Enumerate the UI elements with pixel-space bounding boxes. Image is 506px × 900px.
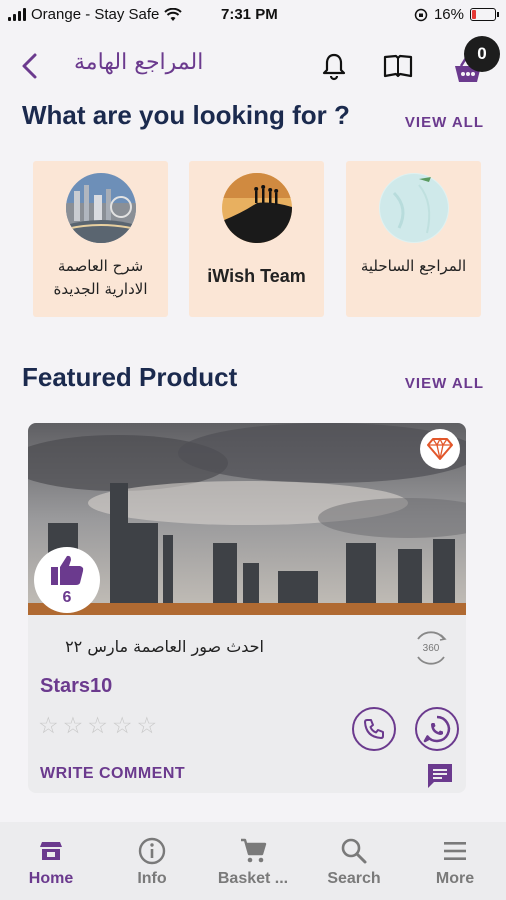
star-icon[interactable]: ☆ (38, 715, 59, 738)
status-left: Orange - Stay Safe (8, 6, 183, 23)
nav-label: Search (327, 870, 381, 887)
thumbs-up-icon (51, 555, 84, 585)
star-icon[interactable]: ☆ (137, 715, 158, 738)
orientation-lock-icon (414, 8, 428, 21)
info-icon (138, 837, 166, 865)
diamond-icon (427, 437, 453, 460)
category-card-iwish-team[interactable]: iWish Team (189, 161, 324, 317)
bottom-navigation: Home Info Basket ... Search More (0, 822, 506, 900)
nav-item-basket[interactable]: Basket ... (203, 836, 303, 888)
wifi-icon (164, 7, 183, 21)
call-button[interactable] (352, 707, 396, 751)
cart-count-badge[interactable]: 0 (464, 36, 500, 72)
rating-stars[interactable]: ☆ ☆ ☆ ☆ ☆ (38, 715, 157, 738)
write-comment-link[interactable]: WRITE COMMENT (40, 765, 185, 783)
nav-label: More (435, 870, 475, 887)
category-label: المراجع الساحلية (360, 257, 467, 275)
premium-badge (420, 429, 460, 469)
app-header: المراجع الهامة 0 (0, 36, 506, 96)
product-card[interactable]: 6 احدث صور العاصمة مارس ٢٢ 360 Stars10 ☆… (28, 423, 466, 793)
nav-label: Home (28, 870, 74, 887)
nav-label: Info (137, 870, 167, 887)
star-icon[interactable]: ☆ (87, 715, 108, 738)
home-icon (40, 842, 62, 860)
nav-item-search[interactable]: Search (304, 836, 404, 888)
signal-icon (8, 8, 26, 21)
nav-label: Basket ... (217, 870, 289, 887)
product-name[interactable]: Stars10 (40, 675, 112, 698)
page-title: المراجع الهامة (74, 50, 204, 75)
category-label: iWish Team (207, 266, 306, 286)
category-thumbnail (378, 173, 449, 243)
search-icon (341, 838, 367, 864)
category-card-capital[interactable]: شرح العاصمة الادارية الجديدة (33, 161, 168, 317)
vr-label: 360 (423, 643, 440, 654)
nav-item-home[interactable]: Home (1, 836, 101, 888)
category-card-coastal[interactable]: المراجع الساحلية (346, 161, 481, 317)
battery-fill (472, 10, 476, 19)
star-icon[interactable]: ☆ (112, 715, 133, 738)
comment-icon[interactable] (426, 762, 454, 790)
nav-item-info[interactable]: Info (102, 836, 202, 888)
back-icon[interactable] (16, 50, 44, 82)
clock: 7:31 PM (221, 6, 278, 23)
categories-view-all-link[interactable]: VIEW ALL (405, 114, 484, 131)
whatsapp-button[interactable] (415, 707, 459, 751)
nav-item-more[interactable]: More (405, 836, 505, 888)
whatsapp-icon (423, 715, 451, 743)
like-count: 6 (62, 589, 72, 606)
status-right: 16% (414, 6, 499, 23)
cart-icon (241, 838, 267, 863)
featured-view-all-link[interactable]: VIEW ALL (405, 375, 484, 392)
category-thumbnail (65, 173, 136, 243)
bell-icon[interactable] (318, 50, 350, 82)
categories-title: What are you looking for ? (22, 100, 350, 130)
battery-icon (470, 8, 499, 21)
vr-360-icon[interactable]: 360 (410, 627, 452, 669)
book-icon[interactable] (382, 50, 414, 82)
featured-title: Featured Product (22, 362, 238, 392)
menu-icon (444, 842, 466, 860)
phone-icon (364, 719, 384, 739)
battery-percent: 16% (433, 6, 464, 23)
star-icon[interactable]: ☆ (63, 715, 84, 738)
product-title: احدث صور العاصمة مارس ٢٢ (65, 637, 264, 656)
like-badge[interactable]: 6 (34, 547, 100, 613)
carrier-name: Orange - Stay Safe (31, 6, 160, 23)
status-bar: Orange - Stay Safe 7:31 PM 16% (0, 0, 506, 30)
category-thumbnail (221, 173, 292, 243)
category-label: شرح العاصمة الادارية الجديدة (53, 257, 148, 298)
